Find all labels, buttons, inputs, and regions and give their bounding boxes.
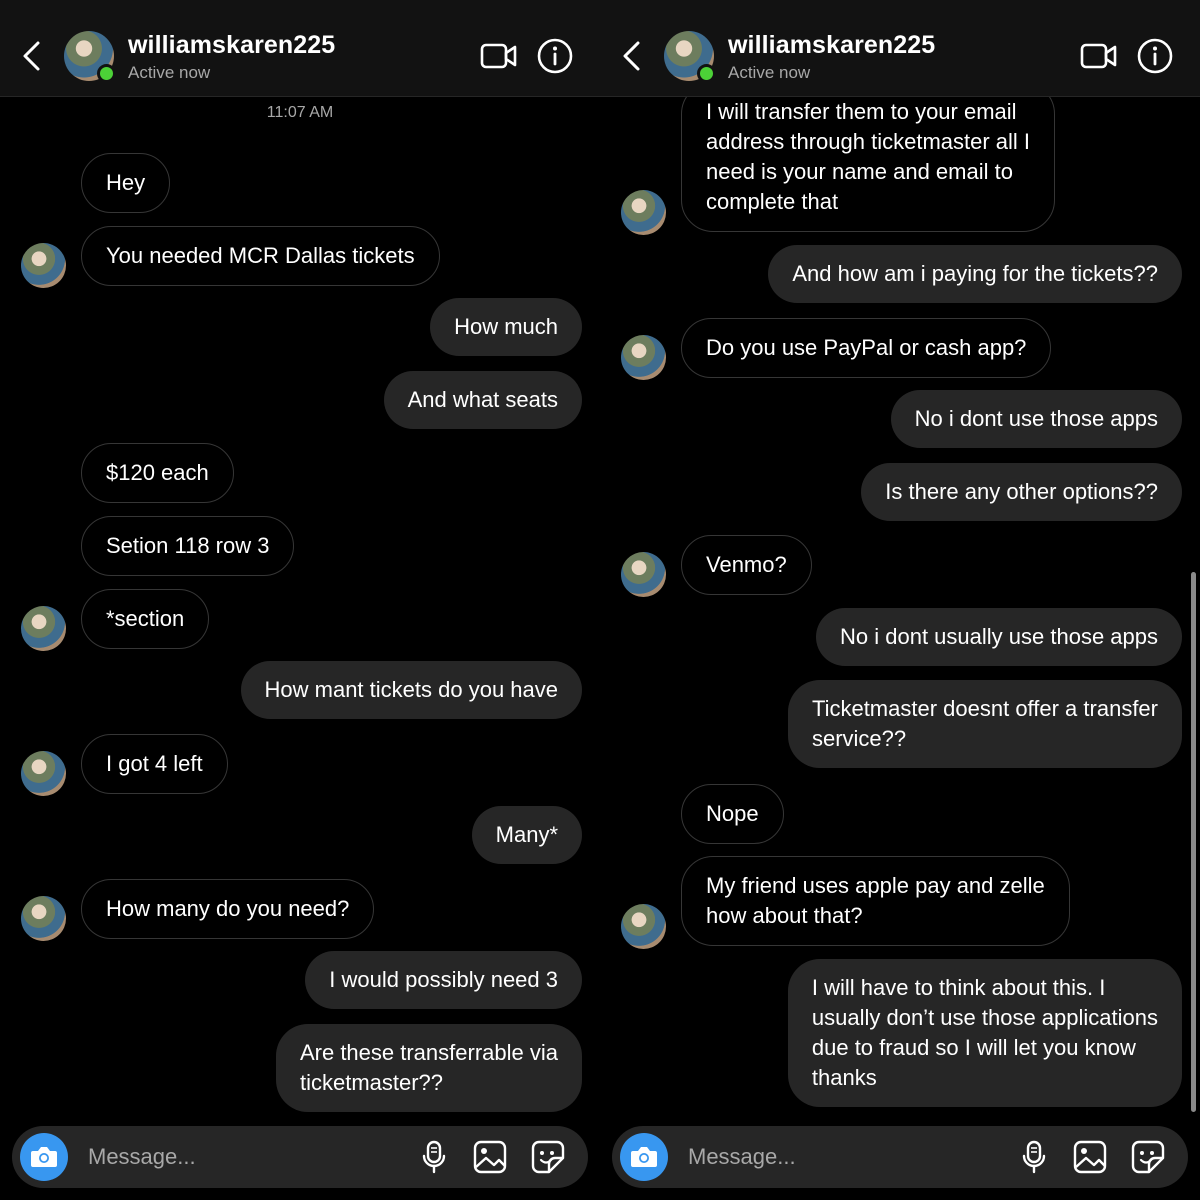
message-bubble-incoming[interactable]: I got 4 left [81,734,228,794]
active-status: Active now [128,63,211,82]
camera-button[interactable] [620,1133,668,1181]
message-bubble-incoming[interactable]: Do you use PayPal or cash app? [681,318,1052,378]
message-bubble-incoming[interactable]: *section [81,589,210,649]
sender-avatar[interactable] [21,243,66,288]
message-bubble-outgoing[interactable]: No i dont use those apps [890,390,1182,448]
chat-header: williamskaren225 Active now [0,0,600,97]
message-bubble-incoming[interactable]: You needed MCR Dallas tickets [81,226,440,286]
sender-avatar[interactable] [621,552,666,597]
sender-avatar[interactable] [21,896,66,941]
sticker-icon[interactable] [530,1139,566,1175]
message-bubble-incoming[interactable]: Venmo? [681,535,812,595]
scrollbar[interactable] [1191,572,1196,1112]
chat-header: williamskaren225 Active now [600,0,1200,97]
message-bubble-incoming[interactable]: Hey [81,153,171,213]
message-input[interactable] [88,1126,388,1188]
avatar[interactable] [664,31,716,83]
sender-avatar[interactable] [21,751,66,796]
message-bubble-outgoing[interactable]: No i dont usually use those apps [816,608,1182,666]
online-status-dot [697,64,716,83]
message-bubble-outgoing[interactable]: Is there any other options?? [861,463,1182,521]
microphone-icon[interactable] [416,1139,452,1175]
message-bubble-incoming[interactable]: Nope [681,784,784,844]
message-bubble-outgoing[interactable]: How mant tickets do you have [240,661,582,719]
chat-panel-right: I will transfer them to your email addre… [600,0,1200,1200]
active-status: Active now [728,63,811,82]
message-bubble-incoming[interactable]: I will transfer them to your email addre… [681,82,1056,232]
camera-icon [31,1147,57,1167]
online-status-dot [97,64,116,83]
avatar[interactable] [64,31,116,83]
microphone-icon[interactable] [1016,1139,1052,1175]
message-list: I will transfer them to your email addre… [600,0,1200,1200]
message-bubble-outgoing[interactable]: How much [430,298,582,356]
contact-username[interactable]: williamskaren225 [128,31,335,60]
camera-button[interactable] [20,1133,68,1181]
chevron-left-icon[interactable] [20,40,44,72]
message-timestamp: 11:07 AM [266,104,334,121]
message-bubble-incoming[interactable]: $120 each [81,443,234,503]
message-bubble-outgoing[interactable]: Are these transferrable via ticketmaster… [275,1024,582,1112]
message-bubble-outgoing[interactable]: Many* [471,806,582,864]
sender-avatar[interactable] [21,606,66,651]
message-bubble-outgoing[interactable]: Ticketmaster doesnt offer a transfer ser… [787,680,1182,768]
message-bubble-incoming[interactable]: Setion 118 row 3 [81,516,295,576]
message-bubble-incoming[interactable]: How many do you need? [81,879,375,939]
sticker-icon[interactable] [1130,1139,1166,1175]
message-bubble-outgoing[interactable]: I would possibly need 3 [305,951,582,1009]
message-bubble-incoming[interactable]: My friend uses apple pay and zelle how a… [681,856,1070,946]
contact-username[interactable]: williamskaren225 [728,31,935,60]
info-icon[interactable] [1136,37,1174,75]
camera-icon [631,1147,657,1167]
message-list: 11:07 AM Hey You needed MCR Dallas ticke… [0,0,600,1200]
message-composer [612,1126,1188,1188]
image-gallery-icon[interactable] [1072,1139,1108,1175]
video-camera-icon[interactable] [480,40,518,72]
video-camera-icon[interactable] [1080,40,1118,72]
message-composer [12,1126,588,1188]
message-input[interactable] [688,1126,988,1188]
chat-panel-left: 11:07 AM Hey You needed MCR Dallas ticke… [0,0,600,1200]
message-bubble-outgoing[interactable]: And how am i paying for the tickets?? [768,245,1182,303]
chevron-left-icon[interactable] [620,40,644,72]
message-bubble-outgoing[interactable]: And what seats [383,371,582,429]
image-gallery-icon[interactable] [472,1139,508,1175]
message-bubble-outgoing[interactable]: I will have to think about this. I usual… [787,959,1182,1107]
sender-avatar[interactable] [621,904,666,949]
sender-avatar[interactable] [621,335,666,380]
sender-avatar[interactable] [621,190,666,235]
info-icon[interactable] [536,37,574,75]
